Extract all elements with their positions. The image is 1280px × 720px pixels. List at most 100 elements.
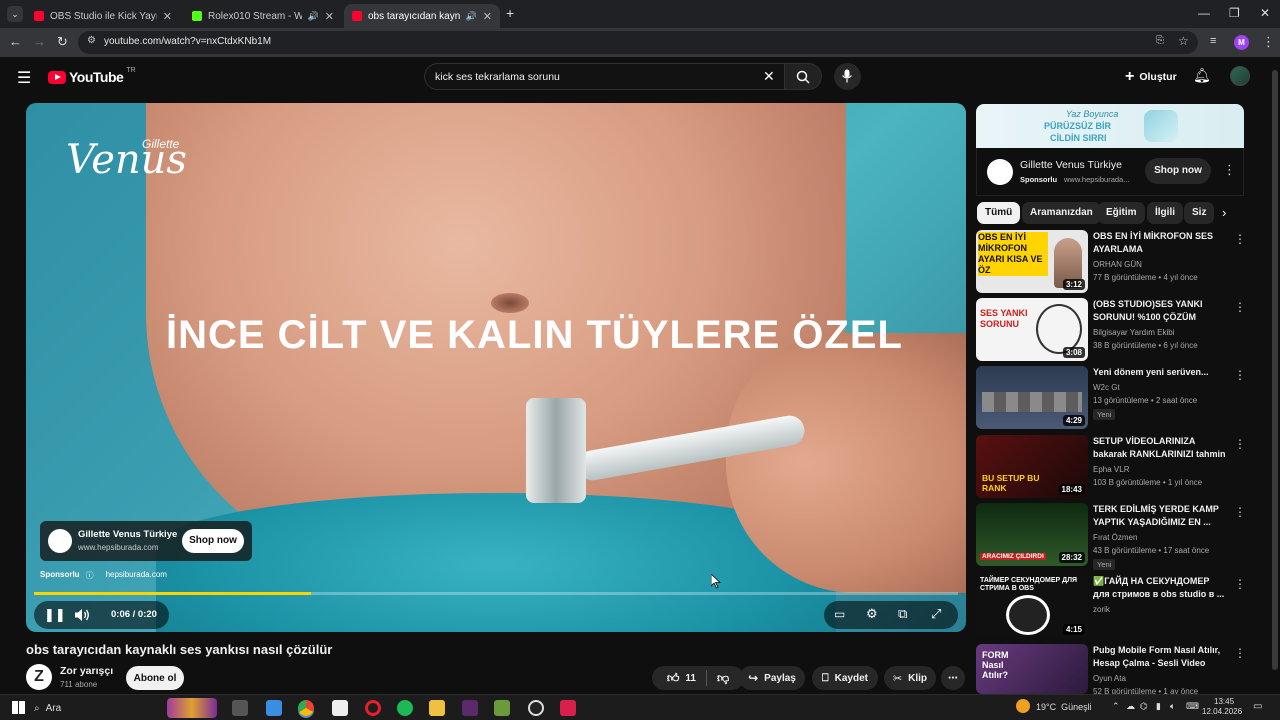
tray-chevron-icon[interactable]: ⌃ <box>1112 701 1120 712</box>
sponsor-card[interactable]: Gillette Venus Türkiye Sponsorlu www.hep… <box>976 148 1244 196</box>
close-tab-icon[interactable]: ✕ <box>163 10 172 23</box>
opera-app-icon[interactable] <box>365 700 381 716</box>
minecraft-app-icon[interactable] <box>494 700 510 716</box>
tray-lang-icon[interactable]: ⌨ <box>1186 701 1199 712</box>
spotify-app-icon[interactable] <box>397 700 413 716</box>
subscribe-button[interactable]: Abone ol <box>126 666 184 690</box>
store-app-icon[interactable] <box>332 700 348 716</box>
more-vertical-icon[interactable]: ⋮ <box>1234 300 1246 314</box>
rec-title[interactable]: SETUP VİDEOLARINIZA bakarak RANKLARINIZI… <box>1093 435 1228 461</box>
like-button[interactable]: 👍︎ 11 <box>667 671 696 686</box>
bookmark-star-icon[interactable]: ☆ <box>1178 34 1189 48</box>
sponsored-url[interactable]: hepsiburada.com <box>106 570 167 581</box>
sidebar-shop-now-button[interactable]: Shop now <box>1145 158 1211 184</box>
tray-cloud-icon[interactable]: ☁ <box>1126 701 1135 712</box>
video-player[interactable]: Gillette Venus İNCE CİLT VE KALIN TÜYLER… <box>26 103 966 632</box>
rec-channel[interactable]: Oyun Ata <box>1093 674 1126 683</box>
close-tab-icon[interactable]: ✕ <box>325 10 334 23</box>
more-vertical-icon[interactable]: ⋮ <box>1234 505 1246 519</box>
chrome-app-icon[interactable] <box>298 700 314 716</box>
audio-playing-icon[interactable]: 🔊 <box>308 11 319 22</box>
channel-avatar[interactable]: Z <box>26 664 52 690</box>
sponsor-banner-image[interactable]: Yaz Boyunca PÜRÜZSÜZ BİR CİLDİN SIRRI <box>976 104 1244 148</box>
rec-channel[interactable]: Epha VLR <box>1093 465 1129 474</box>
file-explorer-icon[interactable] <box>429 700 445 716</box>
clear-search-icon[interactable]: ✕ <box>763 68 775 85</box>
profile-avatar[interactable]: M <box>1234 35 1249 50</box>
rec-channel[interactable]: ORHAN GÜN <box>1093 260 1142 269</box>
recommendation-item[interactable]: SES YANKI SORUNU 3:08 (OBS STUDIO)SES YA… <box>976 298 1246 362</box>
more-vertical-icon[interactable]: ⋮ <box>1234 577 1246 591</box>
rec-title[interactable]: Pubg Mobile Form Nasıl Atılır, Hesap Çal… <box>1093 644 1228 670</box>
create-button[interactable]: + Oluştur <box>1117 65 1185 89</box>
dislike-button[interactable]: 👎︎ <box>717 671 729 686</box>
minimize-icon[interactable]: — <box>1198 6 1210 20</box>
back-icon[interactable]: ← <box>9 34 22 49</box>
rec-title[interactable]: OBS EN İYİ MİKROFON SES AYARLAMA <box>1093 230 1228 256</box>
search-box[interactable]: kick ses tekrarlama sorunu ✕ <box>424 63 784 90</box>
search-input[interactable]: kick ses tekrarlama sorunu <box>435 71 560 83</box>
video-thumbnail[interactable]: ТАЙМЕР СЕКУНДОМЕР ДЛЯ СТРИМА В OBS 4:15 <box>976 575 1088 638</box>
chips-next-arrow-icon[interactable]: › <box>1222 205 1226 220</box>
clock-date[interactable]: 12.04.2026 <box>1202 707 1242 716</box>
chip-education[interactable]: Eğitim <box>1098 202 1145 224</box>
reload-icon[interactable]: ↻ <box>57 34 68 50</box>
task-view-icon[interactable] <box>232 700 248 716</box>
tab-obs-kick[interactable]: OBS Studio ile Kick Yayını Nasıl ✕ <box>26 4 180 28</box>
notification-center-icon[interactable]: ▭ <box>1253 701 1262 712</box>
recommendation-item[interactable]: 4:29 Yeni dönem yeni serüven... W2c Gt 1… <box>976 366 1246 430</box>
recommendation-item[interactable]: ARACIMIZ ÇILDIRDI 28:32 TERK EDİLMİŞ YER… <box>976 503 1246 570</box>
audio-playing-icon[interactable]: 🔊 <box>466 11 477 22</box>
rec-title[interactable]: TERK EDİLMİŞ YERDE KAMP YAPTIK YAŞADIĞIM… <box>1093 503 1228 529</box>
taskbar-search[interactable]: ⌕ Ara <box>34 698 234 718</box>
vegas-app-icon[interactable] <box>560 700 576 716</box>
video-thumbnail[interactable]: OBS EN İYİ MİKROFON AYARI KISA VE ÖZ 3:1… <box>976 230 1088 293</box>
video-thumbnail[interactable]: SES YANKI SORUNU 3:08 <box>976 298 1088 361</box>
youtube-logo[interactable]: YouTube TR <box>48 67 136 85</box>
install-app-icon[interactable]: ⎘ <box>1156 35 1164 46</box>
tab-obs-yanki[interactable]: obs tarayıcıdan kaynaklı ses 🔊 ✕ <box>344 4 500 28</box>
site-info-icon[interactable]: ⚙ <box>87 35 96 46</box>
more-actions-button[interactable]: ⋯ <box>941 666 965 690</box>
clip-button[interactable]: ✂ Klip <box>884 666 936 690</box>
rec-channel[interactable]: W2c Gt <box>1093 383 1120 392</box>
chip-related[interactable]: İlgili <box>1147 202 1183 224</box>
maximize-icon[interactable]: ❐ <box>1229 6 1240 20</box>
rec-channel[interactable]: Bilgisayar Yardım Ekibi <box>1093 328 1175 337</box>
share-button[interactable]: ↪ Paylaş <box>739 666 805 690</box>
recommendation-item[interactable]: BU SETUP BU RANK 18:43 SETUP VİDEOLARINI… <box>976 435 1246 499</box>
editor-app-icon[interactable] <box>462 700 478 716</box>
rec-title[interactable]: ✅ГАЙД НА СЕКУНДОМЕР для стримов в obs st… <box>1093 575 1228 601</box>
obs-app-icon[interactable] <box>528 700 544 716</box>
tray-network-icon[interactable]: ⌬ <box>1140 701 1148 712</box>
close-tab-icon[interactable]: ✕ <box>483 10 492 23</box>
captions-icon[interactable]: ▭ <box>834 607 845 621</box>
windows-start-icon[interactable] <box>12 701 25 714</box>
shop-now-button[interactable]: Shop now <box>182 529 244 553</box>
settings-gear-icon[interactable]: ⚙ <box>866 606 878 622</box>
search-button[interactable] <box>784 63 822 90</box>
miniplayer-icon[interactable]: ⧉ <box>898 606 907 622</box>
video-thumbnail[interactable]: ARACIMIZ ÇILDIRDI 28:32 <box>976 503 1088 566</box>
guide-menu-icon[interactable]: ☰ <box>17 68 31 88</box>
tab-search-icon[interactable]: ⌄ <box>7 6 23 22</box>
video-thumbnail[interactable]: BU SETUP BU RANK 18:43 <box>976 435 1088 498</box>
video-thumbnail[interactable]: FORM Nasıl Atılır? <box>976 644 1088 694</box>
page-scrollbar[interactable] <box>1272 60 1278 690</box>
more-vertical-icon[interactable]: ⋮ <box>1223 162 1236 178</box>
explorer-app-icon[interactable] <box>266 700 282 716</box>
address-bar[interactable]: ⚙ youtube.com/watch?v=nxCtdxKNb1M ⎘ ☆ <box>78 31 1198 54</box>
rec-channel[interactable]: Fırat Özmen <box>1093 533 1137 542</box>
weather-text[interactable]: 19°C Güneşli <box>1036 702 1092 712</box>
tray-usb-icon[interactable]: ▮ <box>1156 701 1161 712</box>
chrome-menu-icon[interactable]: ⋮ <box>1262 34 1275 50</box>
new-tab-icon[interactable]: + <box>506 5 514 21</box>
tab-rolex-stream[interactable]: Rolex010 Stream - Watch Live 🔊 ✕ <box>184 4 342 28</box>
chip-for-you[interactable]: Siz <box>1184 202 1214 224</box>
volume-icon[interactable] <box>74 608 90 622</box>
window-close-icon[interactable]: ✕ <box>1260 6 1270 20</box>
clock-time[interactable]: 13:45 <box>1214 697 1234 706</box>
info-icon[interactable]: ⓘ <box>86 570 94 581</box>
account-avatar[interactable] <box>1230 66 1250 86</box>
media-controls-icon[interactable]: ≡ <box>1210 35 1216 47</box>
